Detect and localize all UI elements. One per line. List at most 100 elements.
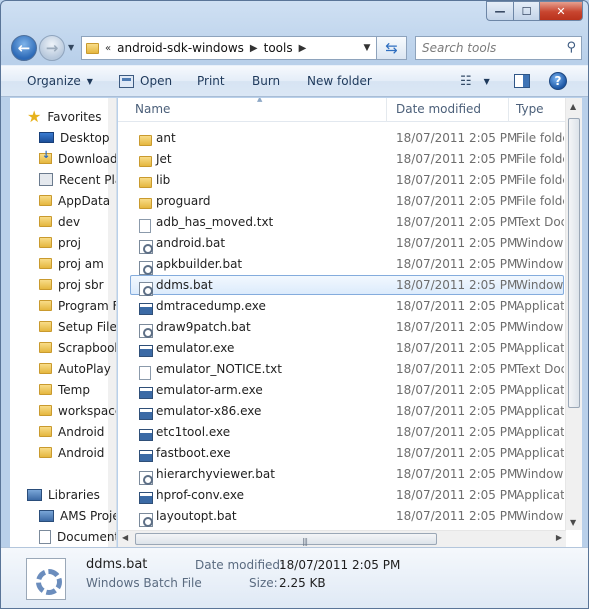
close-button[interactable]: ✕ bbox=[539, 1, 583, 21]
sidebar-item-favorite[interactable]: AutoPlay bbox=[39, 358, 111, 379]
file-row[interactable]: ddms.bat 18/07/2011 2:05 PMWindows Batch … bbox=[130, 275, 564, 296]
vertical-scroll-thumb[interactable] bbox=[568, 118, 580, 408]
sidebar-item-favorite[interactable]: Desktop bbox=[39, 127, 110, 148]
file-date-modified: 18/07/2011 2:05 PM bbox=[396, 404, 518, 418]
search-box[interactable]: ⚲ bbox=[415, 36, 582, 60]
refresh-button[interactable]: ⇆ bbox=[377, 36, 407, 60]
change-view-button[interactable]: ☷ ▼ bbox=[460, 66, 490, 96]
folder-icon bbox=[39, 447, 52, 458]
file-type: Application bbox=[516, 446, 564, 460]
column-divider[interactable] bbox=[386, 98, 387, 122]
column-divider[interactable] bbox=[508, 98, 509, 122]
sidebar-libraries-header[interactable]: Libraries bbox=[27, 484, 100, 505]
file-row[interactable]: emulator.exe 18/07/2011 2:05 PMApplicatio… bbox=[130, 338, 564, 358]
sidebar-item-favorite[interactable]: AppData bbox=[39, 190, 110, 211]
print-button[interactable]: Print bbox=[197, 66, 225, 96]
file-row[interactable]: adb_has_moved.txt 18/07/2011 2:05 PM Text … bbox=[130, 212, 564, 233]
column-header-type[interactable]: Type bbox=[516, 102, 544, 116]
file-row[interactable]: emulator-arm.exe 18/07/2011 2:05 PM Applic… bbox=[130, 380, 564, 400]
sidebar-item-favorite[interactable]: workspace bbox=[39, 400, 116, 421]
file-row[interactable]: apkbuilder.bat 18/07/2011 2:05 PMWindows … bbox=[130, 254, 564, 275]
library-icon bbox=[39, 509, 54, 522]
back-button[interactable]: ← bbox=[11, 35, 37, 61]
file-row[interactable]: hprof-conv.exe 18/07/2011 2:05 PM Applicat… bbox=[130, 485, 564, 505]
file-row[interactable]: draw9patch.bat 18/07/2011 2:05 PMWindows … bbox=[130, 317, 564, 338]
explorer-window: — ☐ ✕ ← → ▼ « android-sdk-windows ▶ tool… bbox=[0, 0, 589, 609]
sidebar-item-favorite[interactable]: dev bbox=[39, 211, 80, 232]
scroll-down-icon[interactable]: ▼ bbox=[570, 518, 576, 527]
file-type: File folder bbox=[516, 152, 564, 166]
address-overflow-chevron[interactable]: « bbox=[105, 43, 111, 54]
file-date-modified: 18/07/2011 2:05 PM bbox=[396, 488, 518, 502]
help-button[interactable]: ? bbox=[549, 66, 567, 96]
file-row[interactable]: android.bat 18/07/2011 2:05 PMWindows Bat… bbox=[130, 233, 564, 254]
file-row[interactable]: ant 18/07/2011 2:05 PMFile folder bbox=[130, 128, 564, 148]
file-row[interactable]: dmtracedump.exe 18/07/2011 2:05 PM Applica… bbox=[130, 296, 564, 316]
sidebar-item-favorite[interactable]: proj bbox=[39, 232, 81, 253]
breadcrumb-android-sdk-windows[interactable]: android-sdk-windows bbox=[117, 41, 244, 55]
file-type: Application bbox=[516, 341, 564, 355]
file-row[interactable]: etc1tool.exe 18/07/2011 2:05 PMApplicatio… bbox=[130, 422, 564, 442]
breadcrumb-tools[interactable]: tools bbox=[264, 41, 293, 55]
sidebar-item-favorite[interactable]: Android bbox=[39, 442, 104, 463]
sidebar-item-favorite[interactable]: proj sbr bbox=[39, 274, 104, 295]
recent-places-icon bbox=[39, 173, 53, 186]
maximize-button[interactable]: ☐ bbox=[513, 1, 539, 21]
folder-icon bbox=[39, 405, 52, 416]
file-date-modified: 18/07/2011 2:05 PM bbox=[396, 446, 518, 460]
file-row[interactable]: proguard 18/07/2011 2:05 PMFile folder bbox=[130, 191, 564, 211]
sidebar-item-label: proj bbox=[58, 235, 81, 250]
address-dropdown-icon[interactable]: ▼ bbox=[358, 37, 376, 59]
sidebar-item-library[interactable]: Documents bbox=[39, 526, 116, 547]
sidebar-item-favorite[interactable]: Downloads bbox=[39, 148, 116, 169]
file-row[interactable]: layoutopt.bat 18/07/2011 2:05 PMWindows B… bbox=[130, 506, 564, 527]
burn-button[interactable]: Burn bbox=[252, 66, 280, 96]
folder-icon bbox=[39, 258, 52, 269]
details-file-type: Windows Batch File bbox=[86, 576, 202, 590]
vertical-scrollbar[interactable]: ▲ ▼ bbox=[565, 98, 582, 530]
details-size-label: Size: bbox=[249, 576, 278, 590]
sidebar-item-favorite[interactable]: Temp bbox=[39, 379, 90, 400]
sidebar-item-favorite[interactable]: Scrapbook bbox=[39, 337, 116, 358]
breadcrumb-separator-icon[interactable]: ▶ bbox=[299, 43, 307, 54]
sidebar-item-label: Temp bbox=[58, 382, 90, 397]
scroll-up-icon[interactable]: ▲ bbox=[570, 102, 576, 111]
address-bar[interactable]: « android-sdk-windows ▶ tools ▶ ▼ bbox=[81, 36, 377, 60]
sidebar-favorites-header[interactable]: ★ Favorites bbox=[27, 106, 102, 127]
file-row[interactable]: fastboot.exe 18/07/2011 2:05 PMApplicatio… bbox=[130, 443, 564, 463]
scroll-left-icon[interactable]: ◀ bbox=[122, 533, 128, 542]
file-row[interactable]: emulator-x86.exe 18/07/2011 2:05 PM Applic… bbox=[130, 401, 564, 421]
recent-pages-dropdown[interactable]: ▼ bbox=[68, 43, 74, 52]
horizontal-scrollbar[interactable]: ◀ ||| ▶ bbox=[118, 530, 566, 547]
sidebar-item-favorite[interactable]: Android bbox=[39, 421, 104, 442]
search-icon[interactable]: ⚲ bbox=[566, 40, 576, 55]
horizontal-scroll-thumb[interactable]: ||| bbox=[135, 533, 437, 546]
breadcrumb-separator-icon[interactable]: ▶ bbox=[250, 43, 258, 54]
new-folder-button[interactable]: New folder bbox=[307, 66, 372, 96]
file-type: Windows Batch File bbox=[516, 320, 564, 334]
column-header-date-modified[interactable]: Date modified bbox=[396, 102, 481, 116]
file-date-modified: 18/07/2011 2:05 PM bbox=[396, 236, 518, 250]
file-row[interactable]: hierarchyviewer.bat 18/07/2011 2:05 PM Win… bbox=[130, 464, 564, 485]
forward-button[interactable]: → bbox=[39, 35, 65, 61]
navigation-pane: ★ Favorites Desktop Downloads Recent Places A… bbox=[10, 98, 117, 547]
folder-icon bbox=[39, 426, 52, 437]
open-button[interactable]: Open bbox=[119, 66, 172, 96]
navigation-bar: ← → ▼ « android-sdk-windows ▶ tools ▶ ▼ … bbox=[9, 33, 584, 61]
file-name: Jet bbox=[156, 152, 172, 166]
sidebar-item-library[interactable]: AMS Projects bbox=[39, 505, 116, 526]
minimize-button[interactable]: — bbox=[486, 1, 513, 21]
sidebar-item-favorite[interactable]: Setup Files bbox=[39, 316, 117, 337]
sidebar-item-label: Setup Files bbox=[58, 319, 117, 334]
file-row[interactable]: emulator_NOTICE.txt 18/07/2011 2:05 PM Tex… bbox=[130, 359, 564, 380]
sidebar-item-favorite[interactable]: Recent Places bbox=[39, 169, 116, 190]
file-row[interactable]: lib 18/07/2011 2:05 PMFile folder bbox=[130, 170, 564, 190]
organize-button[interactable]: Organize ▼ bbox=[27, 66, 93, 96]
search-input[interactable] bbox=[422, 41, 562, 55]
file-row[interactable]: Jet 18/07/2011 2:05 PMFile folder bbox=[130, 149, 564, 169]
preview-pane-button[interactable] bbox=[514, 66, 530, 96]
column-header-name[interactable]: Name bbox=[135, 102, 170, 116]
scroll-right-icon[interactable]: ▶ bbox=[556, 533, 562, 542]
sidebar-item-favorite[interactable]: Program Files bbox=[39, 295, 116, 316]
sidebar-item-favorite[interactable]: proj am bbox=[39, 253, 104, 274]
